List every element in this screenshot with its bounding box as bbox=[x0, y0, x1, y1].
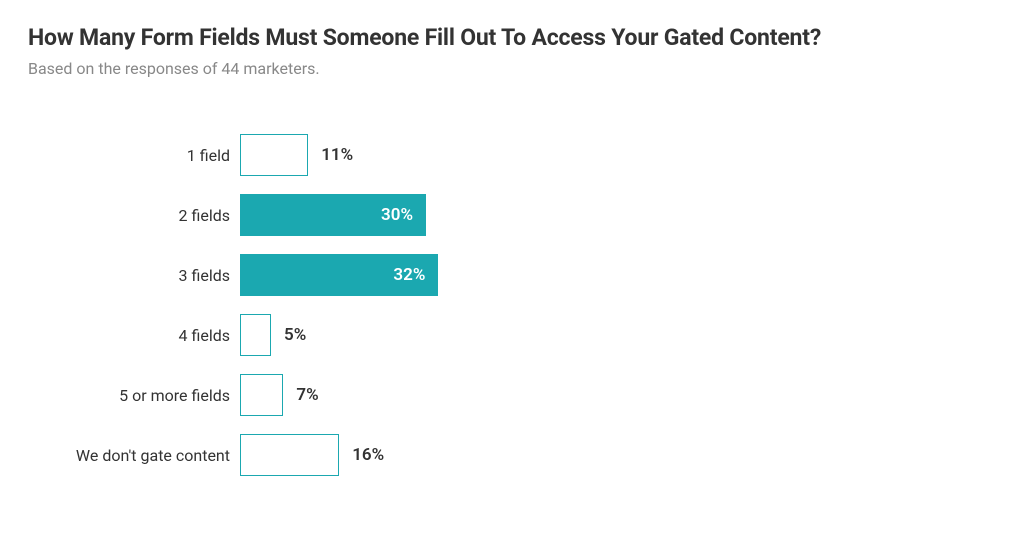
bar-row: 5 or more fields 7% bbox=[28, 374, 996, 416]
bar-label: 1 field bbox=[28, 146, 240, 165]
bar-track: 32% bbox=[240, 254, 996, 296]
bar-row: 4 fields 5% bbox=[28, 314, 996, 356]
bar-value: 11% bbox=[321, 145, 353, 165]
chart-subtitle: Based on the responses of 44 marketers. bbox=[28, 59, 996, 78]
bar-row: 2 fields 30% bbox=[28, 194, 996, 236]
bar: 16% bbox=[240, 434, 339, 476]
bar-row: We don't gate content 16% bbox=[28, 434, 996, 476]
bar-track: 7% bbox=[240, 374, 996, 416]
bar-label: 4 fields bbox=[28, 326, 240, 345]
bar-track: 5% bbox=[240, 314, 996, 356]
bar-label: 3 fields bbox=[28, 266, 240, 285]
bar-track: 30% bbox=[240, 194, 996, 236]
bar: 30% bbox=[240, 194, 426, 236]
bar-row: 1 field 11% bbox=[28, 134, 996, 176]
bar-track: 11% bbox=[240, 134, 996, 176]
bar-value: 5% bbox=[284, 325, 306, 345]
bar-label: We don't gate content bbox=[28, 446, 240, 465]
bar-label: 5 or more fields bbox=[28, 386, 240, 405]
bar-row: 3 fields 32% bbox=[28, 254, 996, 296]
bar: 7% bbox=[240, 374, 283, 416]
bar-label: 2 fields bbox=[28, 206, 240, 225]
bar: 32% bbox=[240, 254, 438, 296]
bar: 5% bbox=[240, 314, 271, 356]
bar: 11% bbox=[240, 134, 308, 176]
bar-value: 30% bbox=[381, 205, 413, 225]
bar-chart: 1 field 11% 2 fields 30% 3 fields 32% 4 … bbox=[28, 134, 996, 476]
bar-value: 16% bbox=[352, 445, 384, 465]
chart-title: How Many Form Fields Must Someone Fill O… bbox=[28, 24, 996, 51]
bar-value: 7% bbox=[296, 385, 318, 405]
bar-track: 16% bbox=[240, 434, 996, 476]
bar-value: 32% bbox=[393, 265, 425, 285]
